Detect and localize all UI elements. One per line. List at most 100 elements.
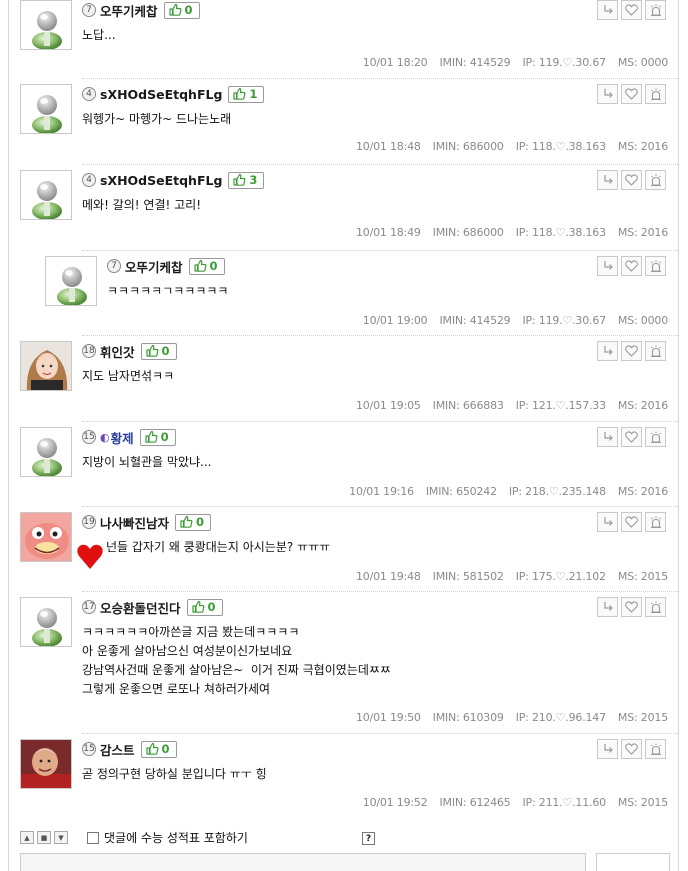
ms-code: MS: 2015	[617, 570, 668, 583]
comment-text-line: 지방이 뇌혈관을 막았냐...	[82, 455, 212, 469]
reply-button[interactable]	[597, 427, 618, 447]
thumbs-up-icon	[168, 3, 185, 17]
report-button[interactable]	[645, 0, 666, 20]
reply-button[interactable]	[597, 512, 618, 532]
comment-actions	[597, 0, 666, 20]
heart-icon	[625, 260, 638, 272]
siren-icon	[650, 4, 662, 17]
reply-button[interactable]	[597, 84, 618, 104]
reply-button[interactable]	[597, 739, 618, 759]
level-badge: 15	[82, 430, 96, 444]
report-button[interactable]	[645, 84, 666, 104]
nickname[interactable]: 휘인갓	[100, 342, 135, 361]
imin-id: IMIN: 666883	[432, 399, 504, 412]
comment-meta: 10/01 19:48 IMIN: 581502 IP: 175.♡.21.102 M…	[344, 570, 668, 583]
comment-meta: 10/01 19:05 IMIN: 666883 IP: 121.♡.157.33 M…	[344, 399, 668, 412]
report-button[interactable]	[645, 739, 666, 759]
favorite-button[interactable]	[621, 341, 642, 361]
heart-icon	[625, 601, 638, 613]
ms-code: MS: 2016	[617, 226, 668, 239]
report-button[interactable]	[645, 512, 666, 532]
nickname[interactable]: 나사빠진남자	[100, 513, 169, 532]
comment-textarea[interactable]	[20, 853, 586, 871]
help-button[interactable]: ?	[362, 832, 375, 845]
avatar[interactable]	[20, 341, 72, 391]
comment-text-line: 넌들 갑자기 왜 쿵쾅대는지 아시는분? ㅠㅠㅠ	[106, 540, 331, 554]
nickname[interactable]: 오승환돌던진다	[100, 598, 181, 617]
favorite-button[interactable]	[621, 427, 642, 447]
report-button[interactable]	[645, 170, 666, 190]
comment-body: ㅋㅋㅋㅋㅋㅋ아까쓴글 지금 봤는데ㅋㅋㅋㅋ 아 운좋게 살아남으신 여성분이신가보…	[82, 623, 391, 699]
reply-button[interactable]	[597, 597, 618, 617]
favorite-button[interactable]	[621, 0, 642, 20]
favorite-button[interactable]	[621, 739, 642, 759]
comment-body: 메와! 갈의! 연결! 고리!	[82, 196, 201, 215]
like-button[interactable]: 0	[175, 513, 212, 531]
avatar[interactable]	[45, 256, 97, 306]
like-button[interactable]: 0	[140, 342, 177, 360]
ms-code: MS: 2015	[617, 711, 668, 724]
like-button[interactable]: 0	[139, 428, 176, 446]
reply-button[interactable]	[597, 170, 618, 190]
comment-body: 넌들 갑자기 왜 쿵쾅대는지 아시는분? ㅠㅠㅠ	[106, 538, 330, 557]
submit-button[interactable]	[596, 853, 670, 871]
reply-button[interactable]	[597, 0, 618, 20]
like-button[interactable]: 0	[186, 598, 223, 616]
imin-id: IMIN: 581502	[432, 570, 504, 583]
favorite-button[interactable]	[621, 170, 642, 190]
like-count: 0	[184, 3, 193, 17]
like-button[interactable]: 0	[163, 1, 200, 19]
level-badge: 18	[82, 344, 96, 358]
nickname[interactable]: 오뚜기케찹	[100, 1, 158, 20]
reply-arrow-icon	[602, 88, 614, 100]
thumbs-up-icon	[232, 173, 249, 187]
avatar[interactable]	[20, 597, 72, 647]
report-button[interactable]	[645, 597, 666, 617]
favorite-button[interactable]	[621, 597, 642, 617]
avatar[interactable]	[20, 427, 72, 477]
comment-text-line: 노답...	[82, 28, 116, 42]
favorite-button[interactable]	[621, 512, 642, 532]
nickname[interactable]: 황제	[111, 428, 134, 447]
comment-date: 10/01 18:48	[355, 140, 421, 153]
nickname[interactable]: sXHOdSeEtqhFLg	[100, 173, 222, 188]
report-button[interactable]	[645, 256, 666, 276]
scroll-down-button[interactable]: ▼	[54, 831, 68, 844]
include-score-label: 댓글에 수능 성적표 포함하기	[104, 831, 248, 845]
nickname[interactable]: 오뚜기케찹	[125, 257, 183, 276]
comment-header: 7 오뚜기케찹 0	[82, 0, 200, 20]
comment-text-line: 워헹가~ 마헹가~ 드나는노래	[82, 112, 232, 126]
include-score-checkbox[interactable]	[87, 831, 99, 844]
avatar[interactable]	[20, 512, 72, 562]
avatar[interactable]	[20, 170, 72, 220]
avatar[interactable]	[20, 739, 72, 789]
scroll-up-button[interactable]: ▲	[20, 831, 34, 844]
like-button[interactable]: 1	[228, 85, 265, 103]
like-button[interactable]: 0	[140, 740, 177, 758]
nickname[interactable]: sXHOdSeEtqhFLg	[100, 87, 222, 102]
comment-header: 4 sXHOdSeEtqhFLg 3	[82, 170, 265, 190]
comment-body: 곧 정의구현 당하실 분입니다 ㅠㅜ 힝	[82, 765, 267, 784]
comment-item: 7 오뚜기케찹 0 ㅋㅋㅋㅋㅋㄱㅋㅋㅋㅋㅋ 10/01 19:00 IMIN: 41452…	[45, 256, 668, 328]
like-button[interactable]: 3	[228, 171, 265, 189]
reply-button[interactable]	[597, 256, 618, 276]
avatar[interactable]	[20, 84, 72, 134]
comment-item: 7 오뚜기케찹 0 노답... 10/01 18:20 IMIN: 414529 IP: 1…	[20, 0, 668, 72]
reply-button[interactable]	[597, 341, 618, 361]
like-button[interactable]: 0	[188, 257, 225, 275]
comment-item: 18 휘인갓 0 지도 남자면섞ㅋㅋ 10/01 19:05 IMIN: 666883 IP…	[20, 341, 668, 413]
favorite-button[interactable]	[621, 256, 642, 276]
comment-item: 17 오승환돌던진다 0 ㅋㅋㅋㅋㅋㅋ아까쓴글 지금 봤는데ㅋㅋㅋㅋ 아 운좋게 살아남…	[20, 597, 668, 727]
comment-separator	[82, 506, 678, 507]
report-button[interactable]	[645, 341, 666, 361]
comment-separator	[82, 591, 678, 592]
nickname[interactable]: 감스트	[100, 740, 135, 759]
comment-date: 10/01 19:16	[349, 485, 414, 498]
reply-arrow-icon	[602, 345, 614, 357]
stop-button[interactable]: ■	[37, 831, 51, 844]
comment-header: 18 휘인갓 0	[82, 341, 177, 361]
thumbs-up-icon	[145, 344, 162, 358]
avatar[interactable]	[20, 0, 72, 50]
report-button[interactable]	[645, 427, 666, 447]
favorite-button[interactable]	[621, 84, 642, 104]
